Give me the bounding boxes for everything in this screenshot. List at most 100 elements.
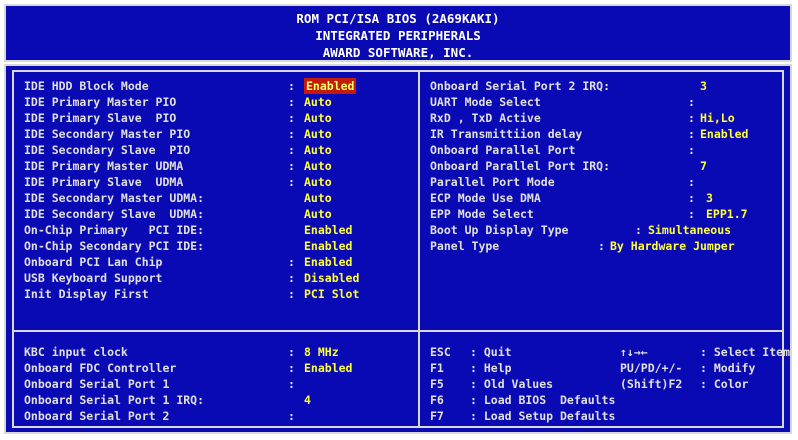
setting-value[interactable]: Auto — [304, 206, 332, 222]
setting-row-onboard-parallel-port-irq[interactable]: Onboard Parallel Port IRQ: 7 — [430, 158, 782, 174]
setting-value[interactable]: Enabled — [304, 360, 352, 376]
setting-row-epp-mode-select[interactable]: EPP Mode Select: EPP1.7 — [430, 206, 782, 222]
setting-row-ide-primary-slave-udma[interactable]: IDE Primary Slave UDMA: Auto — [24, 174, 414, 190]
setting-row-onboard-parallel-port[interactable]: Onboard Parallel Port: — [430, 142, 782, 158]
setting-value[interactable]: Auto — [304, 158, 332, 174]
setting-value[interactable]: Auto — [304, 142, 332, 158]
setting-label: USB Keyboard Support — [24, 271, 163, 285]
setting-value[interactable]: Enabled — [700, 126, 748, 142]
setting-row-ide-secondary-master-pio[interactable]: IDE Secondary Master PIO: Auto — [24, 126, 414, 142]
setting-row-onboard-serial-port-2[interactable]: Onboard Serial Port 2: — [24, 408, 414, 424]
setting-value[interactable]: 3 — [706, 190, 713, 206]
setting-value[interactable]: Hi,Lo — [700, 110, 735, 126]
setting-row-ide-secondary-slave-udma[interactable]: IDE Secondary Slave UDMA: Auto — [24, 206, 414, 222]
setting-row-kbc-input-clock[interactable]: KBC input clock:8 MHz — [24, 344, 414, 360]
setting-colon: : — [688, 143, 695, 157]
setting-label: UART Mode Select — [430, 95, 541, 109]
setting-row-uart-mode-select[interactable]: UART Mode Select: — [430, 94, 782, 110]
help-key: (Shift)F2 — [620, 377, 683, 391]
setting-row-onboard-fdc-controller[interactable]: Onboard FDC Controller: Enabled — [24, 360, 414, 376]
help-key-legend: ESC: Quit ↑↓→←: Select Item F1: Help PU/PD/… — [430, 344, 790, 424]
setting-value[interactable]: Disabled — [304, 270, 359, 286]
setting-row-onboard-serial-port-1-irq[interactable]: Onboard Serial Port 1 IRQ: 4 — [24, 392, 414, 408]
setting-label: IDE Secondary Master PIO — [24, 127, 191, 141]
setting-value[interactable]: PCI Slot — [304, 286, 359, 302]
setting-row-ecp-mode-use-dma[interactable]: ECP Mode Use DMA:3 — [430, 190, 782, 206]
help-key: F5 — [430, 377, 444, 391]
help-key: F6 — [430, 393, 444, 407]
setting-row-onboard-serial-port-1[interactable]: Onboard Serial Port 1: — [24, 376, 414, 392]
setting-label: RxD , TxD Active — [430, 111, 541, 125]
setting-colon: : — [288, 271, 295, 285]
setting-value[interactable]: Simultaneous — [648, 222, 731, 238]
setting-label: IDE Secondary Slave PIO — [24, 143, 191, 157]
setting-label: Onboard FDC Controller — [24, 361, 177, 375]
setting-value[interactable]: 8 MHz — [304, 344, 339, 360]
setting-label: Onboard PCI Lan Chip — [24, 255, 163, 269]
setting-row-ide-secondary-master-udma[interactable]: IDE Secondary Master UDMA: Auto — [24, 190, 414, 206]
setting-label: Onboard Parallel Port IRQ: — [430, 159, 611, 173]
setting-value[interactable]: Auto — [304, 126, 332, 142]
setting-row-init-display-first[interactable]: Init Display First: PCI Slot — [24, 286, 414, 302]
setting-row-ir-transmittiion-delay[interactable]: IR Transmittiion delay: Enabled — [430, 126, 782, 142]
setting-row-boot-up-display-type[interactable]: Boot Up Display Type: Simultaneous — [430, 222, 782, 238]
help-row: F7: Load Setup Defaults — [430, 408, 782, 424]
setting-row-rxd-txd-active[interactable]: RxD , TxD Active: Hi,Lo — [430, 110, 782, 126]
setting-label: Onboard Serial Port 1 — [24, 377, 170, 391]
setting-colon: : — [288, 95, 295, 109]
setting-colon: : — [688, 175, 695, 189]
setting-colon: : — [688, 191, 695, 205]
setting-label: Boot Up Display Type — [430, 223, 569, 237]
setting-row-on-chip-secondary-pci-ide[interactable]: On-Chip Secondary PCI IDE: Enabled — [24, 238, 414, 254]
setting-colon: : — [688, 207, 695, 221]
left-bottom-settings-list: KBC input clock:8 MHz Onboard FDC Control… — [24, 344, 414, 424]
left-settings-list: IDE HDD Block Mode: Enabled IDE Primary Ma… — [24, 78, 414, 302]
setting-row-onboard-serial-port-2-irq[interactable]: Onboard Serial Port 2 IRQ: 3 — [430, 78, 782, 94]
setting-label: Onboard Serial Port 2 — [24, 409, 170, 423]
setting-value[interactable]: Auto — [304, 110, 332, 126]
setting-value[interactable]: 4 — [304, 392, 311, 408]
setting-row-ide-secondary-slave-pio[interactable]: IDE Secondary Slave PIO: Auto — [24, 142, 414, 158]
setting-row-ide-hdd-block-mode[interactable]: IDE HDD Block Mode: Enabled — [24, 78, 414, 94]
setting-label: KBC input clock — [24, 345, 128, 359]
setting-colon: : — [288, 361, 295, 375]
setting-colon: : — [688, 95, 695, 109]
setting-row-onboard-pci-lan-chip[interactable]: Onboard PCI Lan Chip: Enabled — [24, 254, 414, 270]
setting-row-ide-primary-master-udma[interactable]: IDE Primary Master UDMA: Auto — [24, 158, 414, 174]
setting-label: IDE Primary Master UDMA — [24, 159, 184, 173]
setting-label: IDE Secondary Slave UDMA: — [24, 207, 205, 221]
setting-value[interactable]: Auto — [304, 174, 332, 190]
setting-label: IDE Secondary Master UDMA: — [24, 191, 205, 205]
setting-row-panel-type[interactable]: Panel Type: By Hardware Jumper — [430, 238, 782, 254]
setting-value[interactable]: Auto — [304, 94, 332, 110]
setting-row-ide-primary-master-pio[interactable]: IDE Primary Master PIO: Auto — [24, 94, 414, 110]
setting-value[interactable]: Enabled — [304, 254, 352, 270]
help-key: ESC — [430, 345, 451, 359]
setting-value[interactable]: Enabled — [304, 222, 352, 238]
setting-value[interactable]: EPP1.7 — [706, 206, 748, 222]
setting-colon: : — [288, 377, 295, 391]
help-key: PU/PD/+/- — [620, 361, 683, 375]
setting-value[interactable]: Enabled — [304, 78, 357, 94]
setting-row-parallel-port-mode[interactable]: Parallel Port Mode: — [430, 174, 782, 190]
help-desc: : Modify — [700, 361, 756, 375]
setting-colon: : — [288, 287, 295, 301]
setting-value[interactable]: 3 — [700, 78, 707, 94]
setting-value[interactable]: 7 — [700, 158, 707, 174]
setting-colon: : — [288, 255, 295, 269]
setting-row-ide-primary-slave-pio[interactable]: IDE Primary Slave PIO: Auto — [24, 110, 414, 126]
bios-title: ROM PCI/ISA BIOS (2A69KAKI) — [296, 11, 500, 26]
setting-row-usb-keyboard-support[interactable]: USB Keyboard Support: Disabled — [24, 270, 414, 286]
setting-row-on-chip-primary-pci-ide[interactable]: On-Chip Primary PCI IDE: Enabled — [24, 222, 414, 238]
setting-colon: : — [288, 159, 295, 173]
bios-screen: ROM PCI/ISA BIOS (2A69KAKI) INTEGRATED P… — [0, 0, 798, 440]
setting-colon: : — [288, 127, 295, 141]
help-row: F6: Load BIOS Defaults — [430, 392, 782, 408]
setting-value[interactable]: Enabled — [304, 238, 352, 254]
bios-header: ROM PCI/ISA BIOS (2A69KAKI) INTEGRATED P… — [4, 4, 792, 62]
setting-value[interactable]: By Hardware Jumper — [610, 238, 735, 254]
setting-value[interactable]: Auto — [304, 190, 332, 206]
setting-colon: : — [288, 79, 295, 93]
setting-colon: : — [688, 127, 695, 141]
help-row: F1: Help PU/PD/+/-: Modify — [430, 360, 782, 376]
